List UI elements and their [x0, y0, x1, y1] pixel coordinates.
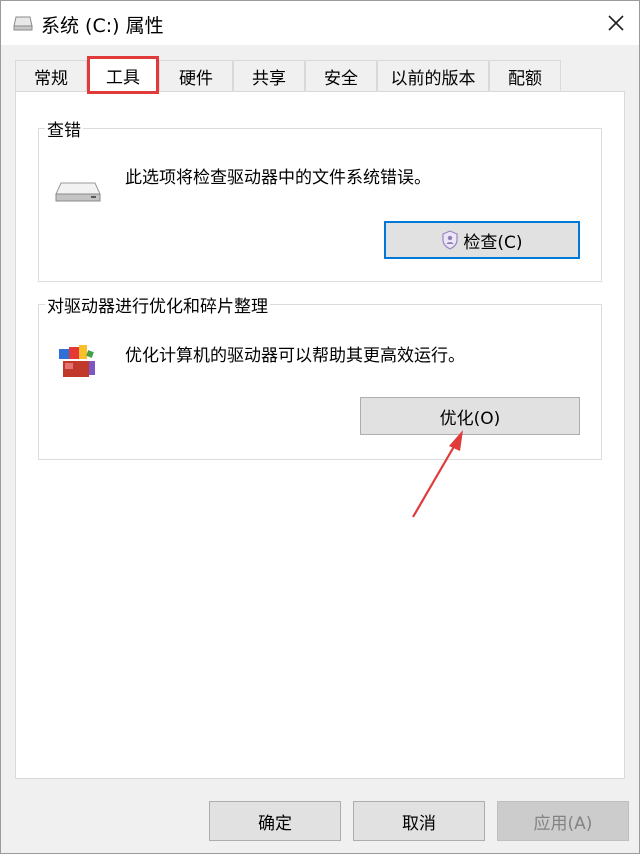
tab-tools[interactable]: 工具: [87, 57, 159, 92]
ok-button[interactable]: 确定: [209, 801, 341, 841]
tab-label: 安全: [324, 68, 358, 89]
properties-window: 系统 (C:) 属性 常规 工具 硬件 共享 安全 以前的版本 配额 查错 此选…: [0, 0, 640, 854]
tab-label: 硬件: [179, 68, 213, 89]
ok-button-label: 确定: [258, 813, 292, 834]
error-check-description: 此选项将检查驱动器中的文件系统错误。: [125, 168, 431, 188]
tab-quota[interactable]: 配额: [489, 60, 561, 91]
cancel-button[interactable]: 取消: [353, 801, 485, 841]
error-check-title: 查错: [45, 116, 83, 141]
tab-label: 常规: [34, 68, 68, 89]
tab-label: 共享: [252, 68, 286, 89]
tab-label: 工具: [106, 67, 140, 88]
close-icon: [608, 15, 624, 31]
tab-hardware[interactable]: 硬件: [159, 60, 233, 91]
tab-security[interactable]: 安全: [305, 60, 377, 91]
tab-label: 以前的版本: [390, 68, 476, 89]
tab-sharing[interactable]: 共享: [233, 60, 305, 91]
defrag-icon: [59, 345, 95, 377]
optimize-button-label: 优化(O): [439, 408, 501, 429]
tab-previous-versions[interactable]: 以前的版本: [377, 60, 489, 91]
optimize-button[interactable]: 优化(O): [360, 397, 580, 435]
apply-button[interactable]: 应用(A): [497, 801, 629, 841]
error-check-group: 查错 此选项将检查驱动器中的文件系统错误。 检查(C): [38, 116, 602, 282]
check-button[interactable]: 检查(C): [384, 221, 580, 259]
optimize-group: 对驱动器进行优化和碎片整理 优化计算机的驱动器可以帮助其更高效运行。 优化(O): [38, 292, 602, 460]
cancel-button-label: 取消: [402, 813, 436, 834]
window-title: 系统 (C:) 属性: [41, 15, 164, 37]
hard-drive-icon: [55, 182, 101, 202]
uac-shield-icon: [442, 230, 459, 250]
optimize-title: 对驱动器进行优化和碎片整理: [45, 292, 270, 317]
tab-label: 配额: [508, 68, 542, 89]
tools-tab-panel: 查错 此选项将检查驱动器中的文件系统错误。 检查(C) 对驱动器进行优化和碎片整…: [15, 91, 625, 779]
check-button-label: 检查(C): [463, 232, 523, 253]
tab-general[interactable]: 常规: [15, 60, 87, 91]
apply-button-label: 应用(A): [533, 813, 593, 834]
title-bar: 系统 (C:) 属性: [1, 1, 639, 45]
optimize-description: 优化计算机的驱动器可以帮助其更高效运行。: [125, 346, 465, 366]
drive-icon: [13, 16, 33, 31]
close-button[interactable]: [593, 1, 639, 45]
